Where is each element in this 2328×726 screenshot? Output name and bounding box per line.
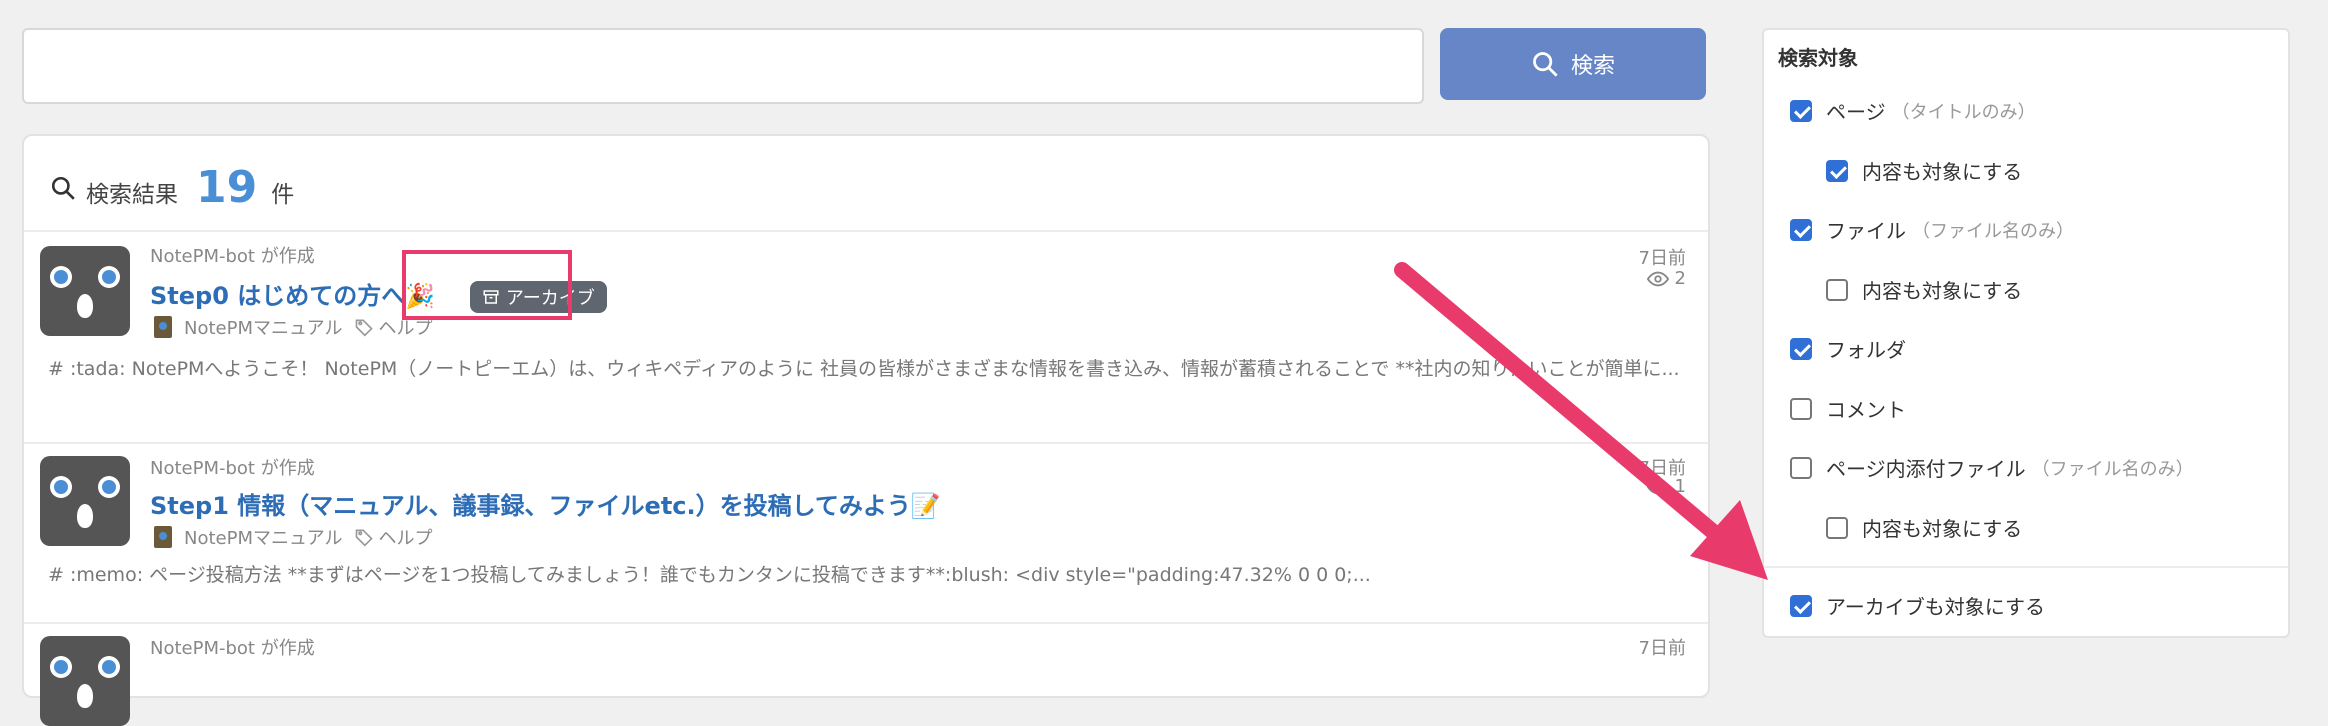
option-comment[interactable]: コメント (1790, 394, 1906, 423)
checkbox[interactable] (1790, 218, 1812, 241)
result-author: NotePM-bot が作成 (150, 246, 315, 267)
avatar (40, 636, 130, 726)
search-target-panel: 検索対象 ページ （タイトルのみ） 内容も対象にする ファイル （ファイル名のみ… (1762, 28, 2290, 638)
result-meta: NotePMマニュアル ヘルプ (154, 314, 432, 340)
result-item[interactable]: NotePM-bot が作成 Step1 情報（マニュアル、議事録、ファイルet… (24, 442, 1708, 622)
option-note: （タイトルのみ） (1891, 101, 2036, 123)
option-label: ファイル (1826, 219, 1906, 243)
result-item[interactable]: NotePM-bot が作成 7日前 (24, 622, 1708, 726)
option-page-content[interactable]: 内容も対象にする (1826, 156, 2022, 185)
checkbox[interactable] (1790, 337, 1812, 360)
option-label: 内容も対象にする (1862, 160, 2023, 184)
search-input[interactable] (22, 28, 1424, 104)
checkbox[interactable] (1790, 456, 1812, 479)
search-icon (51, 176, 75, 200)
result-tag-link[interactable]: ヘルプ (378, 524, 432, 550)
checkbox[interactable] (1826, 278, 1848, 301)
result-meta: NotePMマニュアル ヘルプ (154, 524, 432, 550)
result-title-link[interactable]: Step1 情報（マニュアル、議事録、ファイルetc.）を投稿してみよう📝 (150, 486, 941, 521)
result-item[interactable]: NotePM-bot が作成 Step0 はじめての方へ🎉 アーカイブ Note… (24, 230, 1708, 442)
results-count: 19 (196, 162, 258, 213)
option-label: 内容も対象にする (1862, 279, 2023, 303)
search-results-panel: 検索結果 19 件 NotePM-bot が作成 Step0 はじめての方へ🎉 … (22, 134, 1710, 726)
option-folder[interactable]: フォルダ (1790, 334, 1906, 363)
checkbox[interactable] (1826, 159, 1848, 182)
archive-highlight-box (402, 250, 572, 320)
result-snippet: # :memo: ページ投稿方法 **まずはページを1つ投稿してみましょう！誰で… (48, 564, 1371, 586)
results-header: 検索結果 19 件 (50, 166, 294, 210)
result-author: NotePM-bot が作成 (150, 638, 315, 659)
tag-icon (356, 529, 374, 547)
result-folder-link[interactable]: NotePMマニュアル (184, 314, 342, 340)
folder-icon (154, 316, 172, 338)
option-label: 内容も対象にする (1862, 517, 2023, 541)
avatar (40, 246, 130, 336)
option-label: アーカイブも対象にする (1826, 595, 2045, 619)
search-icon (1533, 52, 1558, 77)
checkbox[interactable] (1826, 516, 1848, 539)
option-attachment-content[interactable]: 内容も対象にする (1826, 513, 2022, 542)
view-count: 1 (1674, 476, 1686, 497)
result-views: 2 (1646, 268, 1686, 289)
result-snippet: # :tada: NotePMへようこそ！ NotePM（ノートピーエム）は、ウ… (48, 358, 1680, 380)
results-label: 検索結果 (86, 182, 178, 208)
option-label: フォルダ (1826, 338, 1906, 362)
view-count: 2 (1674, 268, 1686, 289)
results-unit: 件 (271, 182, 295, 208)
filter-title: 検索対象 (1778, 46, 1858, 70)
option-file-content[interactable]: 内容も対象にする (1826, 275, 2022, 304)
result-author: NotePM-bot が作成 (150, 458, 315, 479)
option-note: （ファイル名のみ） (1912, 220, 2074, 242)
option-note: （ファイル名のみ） (2031, 458, 2194, 480)
avatar (40, 456, 130, 546)
tag-icon (356, 319, 374, 337)
result-folder-link[interactable]: NotePMマニュアル (184, 524, 342, 550)
folder-icon (154, 526, 172, 548)
eye-icon (1646, 479, 1669, 494)
option-label: ページ内添付ファイル (1826, 457, 2026, 481)
result-title-link[interactable]: Step0 はじめての方へ🎉 (150, 282, 435, 310)
option-page-attachment[interactable]: ページ内添付ファイル （ファイル名のみ） (1790, 453, 2194, 482)
option-page[interactable]: ページ （タイトルのみ） (1790, 96, 2036, 125)
eye-icon (1646, 271, 1669, 286)
divider (1764, 566, 2288, 568)
search-button-label: 検索 (1570, 54, 1615, 79)
option-archive[interactable]: アーカイブも対象にする (1790, 591, 2045, 620)
checkbox[interactable] (1790, 99, 1812, 122)
result-views: 1 (1646, 476, 1686, 497)
result-date: 7日前 (1638, 248, 1686, 269)
option-label: ページ (1826, 100, 1886, 124)
search-button[interactable]: 検索 (1440, 28, 1706, 100)
option-file[interactable]: ファイル （ファイル名のみ） (1790, 215, 2074, 244)
option-label: コメント (1826, 398, 1906, 422)
checkbox[interactable] (1790, 594, 1812, 617)
result-date: 7日前 (1638, 638, 1686, 659)
checkbox[interactable] (1790, 397, 1812, 420)
